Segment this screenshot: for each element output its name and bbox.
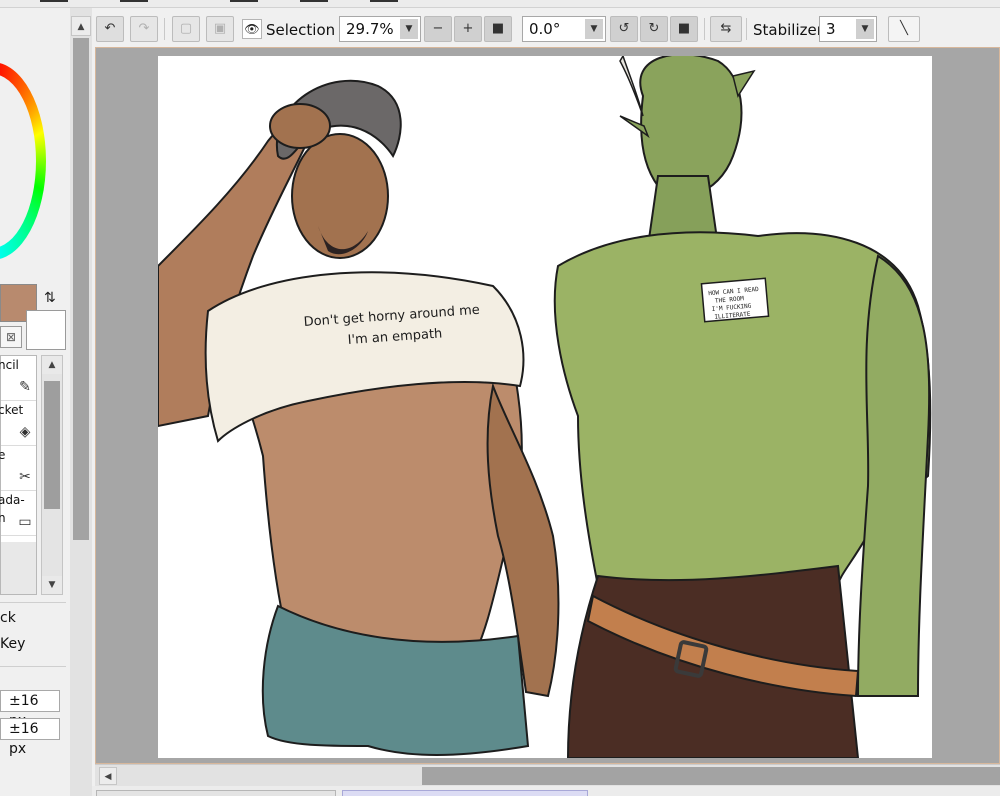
tool-list: ncil ✎ cket ◈ e ✂ ada- n ▭: [0, 355, 37, 595]
invert-selection-button[interactable]: ▣: [206, 16, 234, 42]
scroll-up-icon[interactable]: ▲: [42, 356, 62, 374]
key-option-label[interactable]: Key: [0, 636, 25, 652]
document-tab-active[interactable]: [342, 790, 588, 796]
zoom-select[interactable]: 29.7% ▼: [339, 16, 421, 42]
flip-horizontal-button[interactable]: ⇆: [710, 16, 742, 42]
rotate-ccw-button[interactable]: ↺: [610, 16, 638, 42]
stroke-mode-button[interactable]: ╲: [888, 16, 920, 42]
chevron-down-icon: ▼: [856, 19, 874, 39]
bucket-icon: ◈: [19, 424, 31, 440]
tool-item-pencil[interactable]: ncil ✎: [0, 356, 36, 401]
swap-colors-icon[interactable]: ⇅: [44, 290, 60, 306]
transparent-color-icon[interactable]: ⊠: [0, 326, 22, 348]
stabilizer-select[interactable]: 3 ▼: [819, 16, 877, 42]
document-tab[interactable]: [96, 790, 336, 796]
px-field-2[interactable]: ±16 px: [0, 718, 60, 757]
artwork-illustration: Don't get horny around me I'm an empath …: [158, 56, 932, 758]
deselect-button[interactable]: ▢: [172, 16, 200, 42]
chevron-down-icon: ▼: [585, 19, 603, 39]
lock-option-label[interactable]: ck: [0, 610, 16, 626]
undo-button[interactable]: ↶: [96, 16, 124, 42]
canvas-area[interactable]: Don't get horny around me I'm an empath …: [95, 47, 1000, 764]
scroll-thumb[interactable]: [73, 38, 89, 540]
toolbar-separator: [746, 18, 747, 40]
left-tool-panel: ⇅ ⊠ ncil ✎ cket ◈ e ✂ ada- n ▭ ▲ ▼ ck Ke…: [0, 8, 70, 796]
divider: [0, 602, 66, 603]
rotation-select[interactable]: 0.0° ▼: [522, 16, 606, 42]
zoom-value: 29.7%: [346, 20, 394, 38]
scroll-down-icon[interactable]: ▼: [42, 576, 62, 594]
zoom-in-button[interactable]: +: [454, 16, 482, 42]
tool-list-empty-area: [1, 542, 36, 594]
stabilizer-label: Stabilizer: [753, 21, 823, 39]
chevron-down-icon: ▼: [400, 19, 418, 39]
toolbar-separator: [704, 18, 705, 40]
zoom-reset-button[interactable]: ■: [484, 16, 512, 42]
scroll-thumb[interactable]: [422, 767, 1000, 785]
tool-item-scissors[interactable]: e ✂: [0, 446, 36, 491]
menu-mark: [120, 0, 148, 2]
gradient-icon: ▭: [18, 514, 32, 530]
scroll-left-icon[interactable]: ◀: [99, 767, 117, 785]
tool-item-gradient[interactable]: ada- n ▭: [0, 491, 36, 536]
divider: [0, 666, 66, 667]
rotate-cw-button[interactable]: ↻: [640, 16, 668, 42]
panel-scrollbar[interactable]: ▲: [70, 8, 92, 796]
top-menu-strip: [0, 0, 1000, 8]
scroll-thumb[interactable]: [44, 381, 60, 509]
color-wheel[interactable]: [0, 62, 46, 260]
zoom-out-button[interactable]: −: [424, 16, 452, 42]
px-field-1[interactable]: ±16 px: [0, 690, 60, 729]
menu-mark: [40, 0, 68, 2]
menu-mark: [300, 0, 328, 2]
toolbar: ↶ ↷ ▢ ▣ 👁 Selection 29.7% ▼ − + ■ 0.0° ▼…: [92, 8, 1000, 48]
eye-icon[interactable]: 👁: [242, 19, 262, 39]
tool-label: e: [0, 448, 6, 462]
tool-list-scrollbar[interactable]: ▲ ▼: [41, 355, 63, 595]
artwork-canvas[interactable]: Don't get horny around me I'm an empath …: [158, 56, 932, 758]
bottom-tab-strip: [92, 786, 1000, 796]
redo-button[interactable]: ↷: [130, 16, 158, 42]
selection-label: Selection: [266, 21, 336, 39]
pencil-icon: ✎: [19, 379, 31, 395]
menu-mark: [370, 0, 398, 2]
toolbar-separator: [164, 18, 165, 40]
tool-label-2: n: [0, 511, 6, 525]
scroll-up-icon[interactable]: ▲: [71, 16, 91, 36]
tool-item-bucket[interactable]: cket ◈: [0, 401, 36, 446]
menu-mark: [230, 0, 258, 2]
canvas-horizontal-scrollbar[interactable]: ◀: [95, 764, 1000, 786]
rotate-reset-button[interactable]: ■: [670, 16, 698, 42]
stabilizer-value: 3: [826, 20, 836, 38]
background-color-swatch[interactable]: [26, 310, 66, 350]
tool-label: ada-: [0, 493, 25, 507]
rotation-value: 0.0°: [529, 20, 561, 38]
tool-label: ncil: [0, 358, 19, 372]
scissors-icon: ✂: [19, 469, 31, 485]
tool-label: cket: [0, 403, 24, 417]
